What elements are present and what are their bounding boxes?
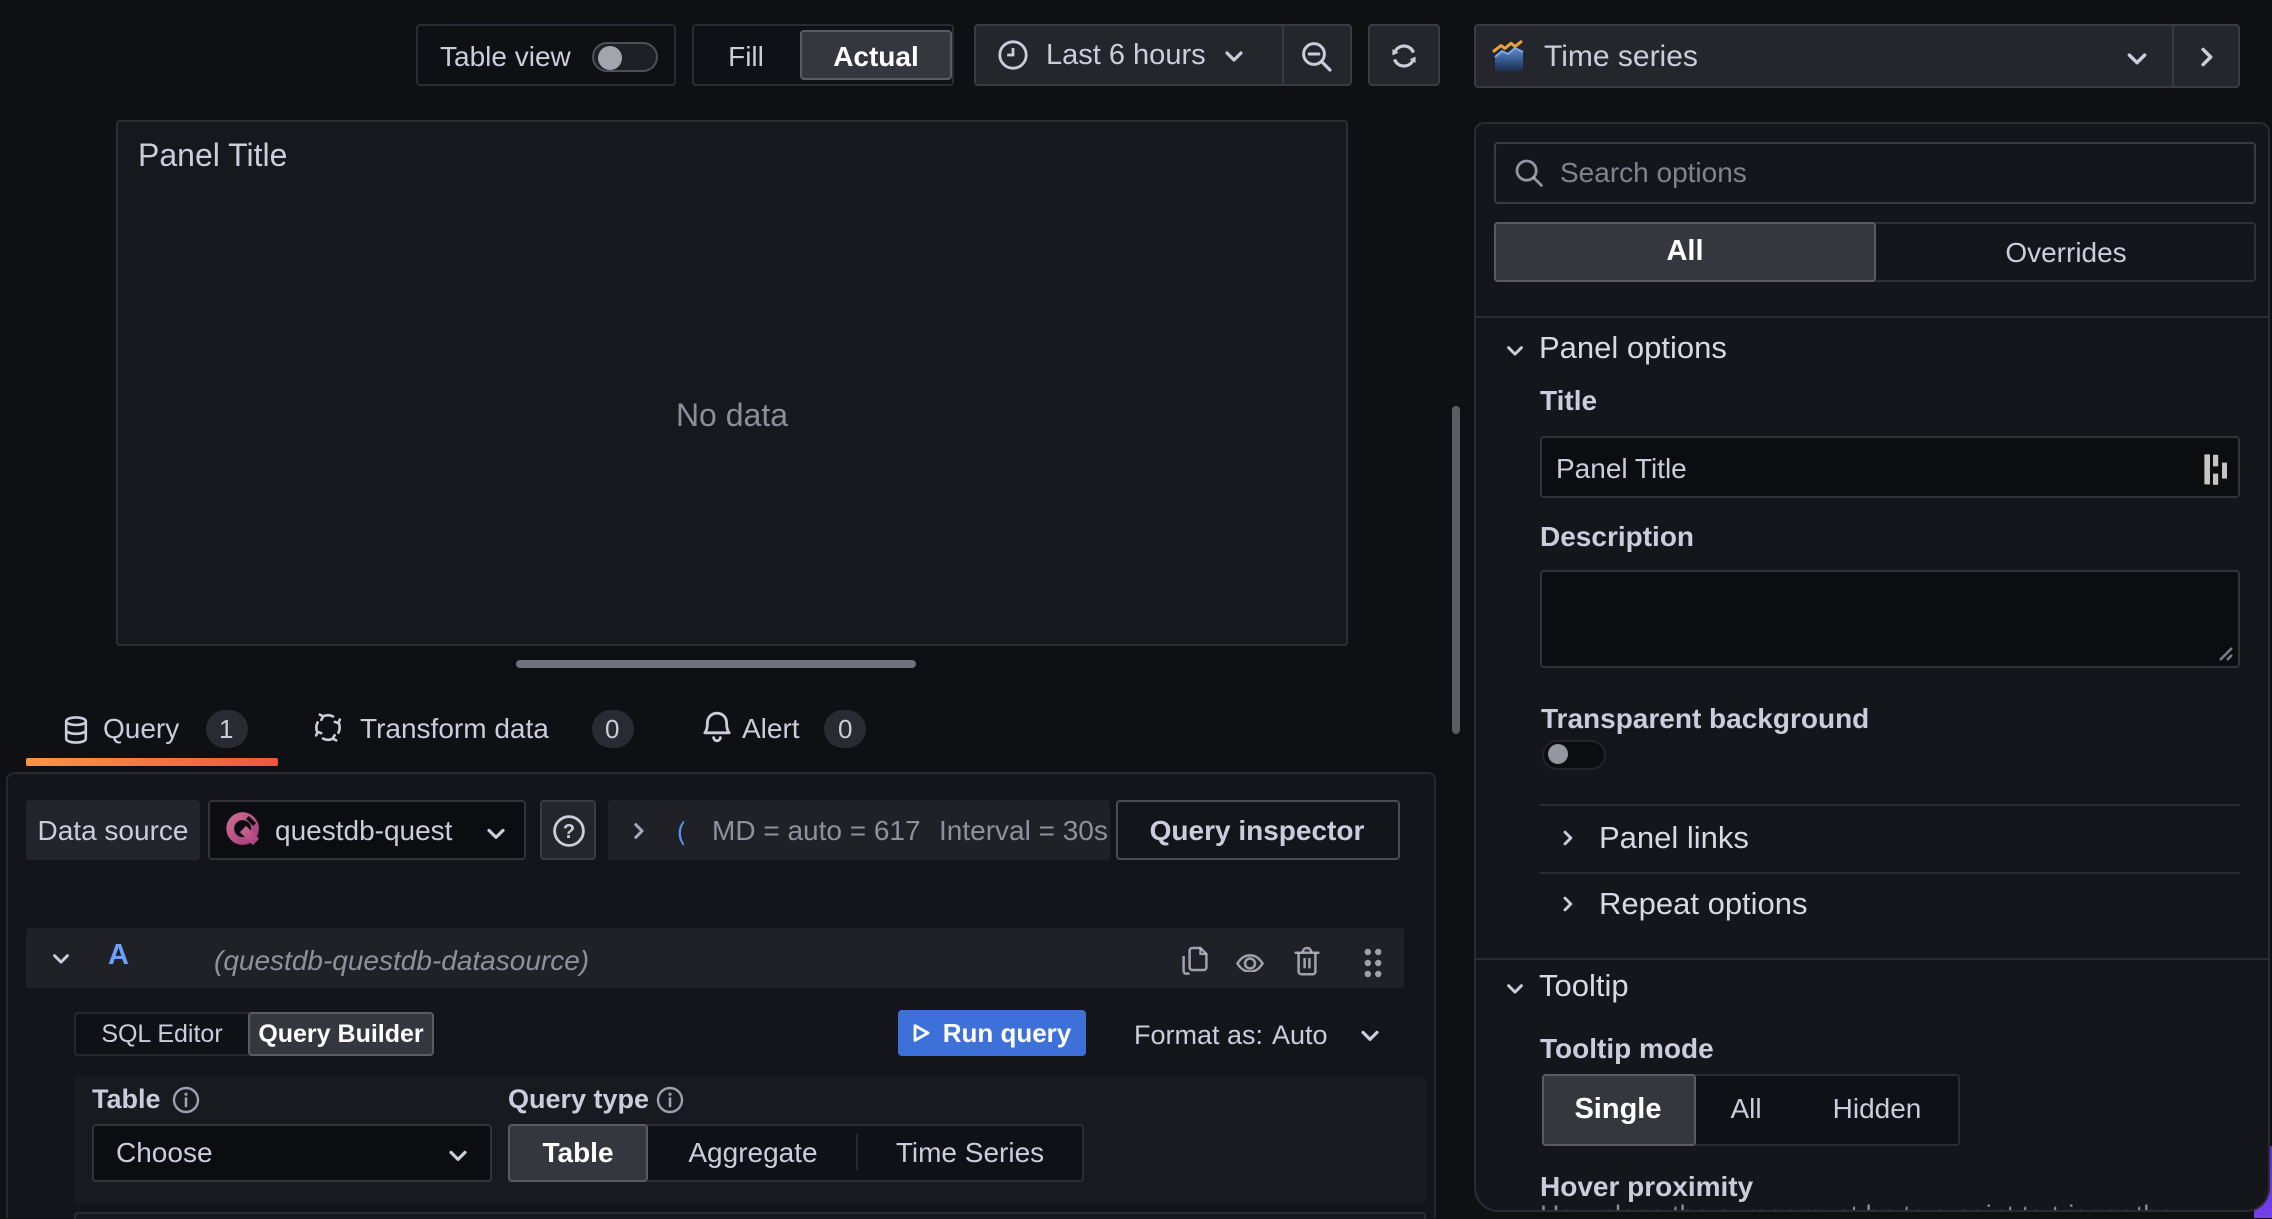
svg-text:?: ? bbox=[562, 820, 574, 842]
